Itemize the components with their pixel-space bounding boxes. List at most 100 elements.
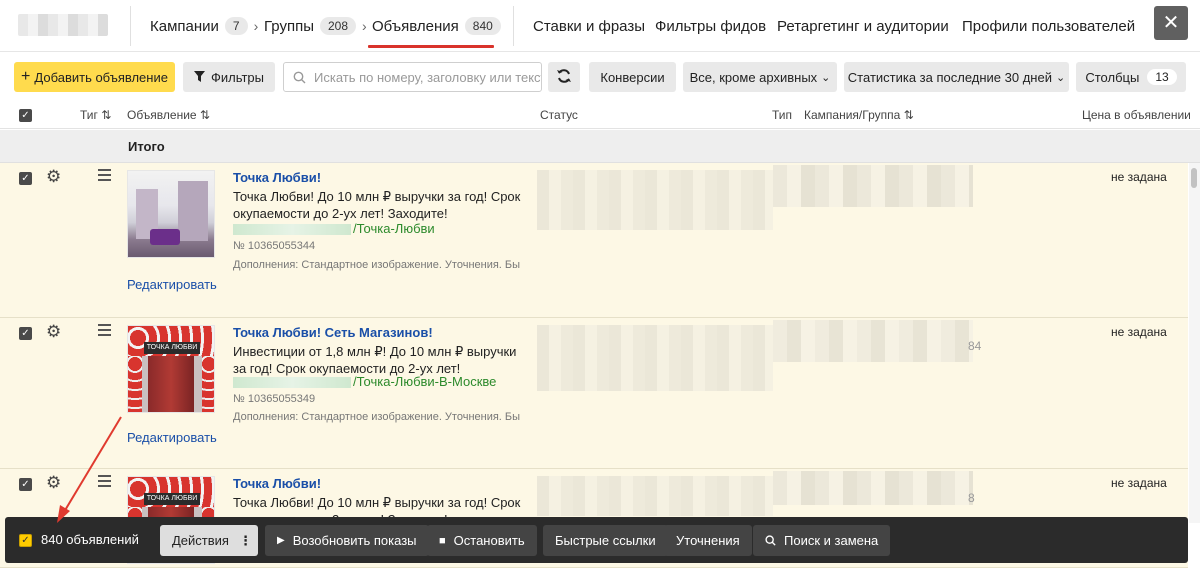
refresh-icon bbox=[556, 68, 572, 87]
ad-extensions: Дополнения: Стандартное изображение. Уто… bbox=[233, 259, 521, 271]
table-row: ✓ ⚙ ТОЧКА ЛЮБВИ Точка Любви! Сеть Магази… bbox=[0, 318, 1188, 469]
row-checkbox[interactable]: ✓ bbox=[19, 172, 32, 185]
ad-url[interactable]: /Точка-Любви bbox=[233, 221, 435, 236]
stop-label: Остановить bbox=[453, 533, 525, 548]
logo bbox=[18, 14, 108, 36]
bulk-select-checkbox[interactable]: ✓ bbox=[19, 534, 32, 547]
breadcrumb-campaigns[interactable]: Кампании 7 › bbox=[150, 0, 264, 52]
count-badge: 7 bbox=[224, 17, 248, 35]
status-blur bbox=[537, 170, 773, 230]
column-header-type: Тип bbox=[772, 108, 793, 122]
resume-button[interactable]: ▶ Возобновить показы bbox=[265, 525, 429, 556]
edit-link[interactable]: Редактировать bbox=[127, 430, 217, 445]
column-header-status: Статус bbox=[540, 108, 578, 122]
stop-icon: ■ bbox=[439, 534, 446, 547]
nav-link-bids[interactable]: Ставки и фразы bbox=[533, 0, 645, 52]
menu-icon[interactable] bbox=[98, 475, 111, 490]
ad-url-path: /Точка-Любви-В-Москве bbox=[353, 374, 497, 389]
gear-icon[interactable]: ⚙ bbox=[46, 322, 61, 342]
price-value: не задана bbox=[1111, 476, 1167, 490]
nav-link-user-profiles[interactable]: Профили пользователей bbox=[962, 0, 1135, 52]
ad-title-link[interactable]: Точка Любви! bbox=[233, 476, 321, 491]
vertical-scrollbar[interactable] bbox=[1189, 163, 1200, 523]
filters-label: Фильтры bbox=[210, 69, 264, 85]
filters-button[interactable]: Фильтры bbox=[183, 62, 275, 92]
row-checkbox[interactable]: ✓ bbox=[19, 327, 32, 340]
nav-link-feed-filters[interactable]: Фильтры фидов bbox=[655, 0, 766, 52]
search-input[interactable] bbox=[314, 69, 541, 85]
selected-count-label: 840 объявлений bbox=[41, 532, 139, 547]
add-ad-button[interactable]: + Добавить объявление bbox=[14, 62, 175, 92]
ad-title-link[interactable]: Точка Любви! Сеть Магазинов! bbox=[233, 325, 433, 340]
quicklinks-button[interactable]: Быстрые ссылки bbox=[543, 525, 668, 556]
search-replace-button[interactable]: Поиск и замена bbox=[753, 525, 891, 556]
gear-icon[interactable]: ⚙ bbox=[46, 473, 61, 493]
search-box bbox=[283, 62, 542, 92]
stats-period-label: Статистика за последние 30 дней bbox=[847, 69, 1052, 85]
column-header-campaign[interactable]: Кампания/Группа ⇅ bbox=[804, 108, 914, 122]
campaign-blur bbox=[773, 320, 973, 362]
breadcrumb-groups[interactable]: Группы 208 › bbox=[264, 0, 373, 52]
breadcrumb-label: Кампании bbox=[150, 17, 219, 35]
select-all-checkbox[interactable]: ✓ bbox=[19, 109, 32, 122]
campaign-peek-text: 8 bbox=[968, 491, 975, 505]
campaign-blur bbox=[773, 471, 973, 505]
scrollbar-thumb[interactable] bbox=[1191, 168, 1197, 188]
play-icon: ▶ bbox=[277, 535, 285, 546]
ad-image: ТОЧКА ЛЮБВИ bbox=[127, 325, 215, 413]
actions-label: Действия bbox=[172, 533, 229, 548]
ad-text: Точка Любви! До 10 млн ₽ выручки за год!… bbox=[233, 189, 521, 221]
stats-period-select[interactable]: Статистика за последние 30 дней ⌄ bbox=[844, 62, 1069, 92]
total-row: Итого bbox=[0, 130, 1200, 163]
ad-url-path: /Точка-Любви bbox=[353, 221, 435, 236]
plus-icon: + bbox=[21, 68, 31, 85]
search-icon bbox=[765, 535, 776, 546]
chevron-right-icon: › bbox=[253, 18, 259, 34]
campaign-blur bbox=[773, 165, 973, 207]
nav-link-retargeting[interactable]: Ретаргетинг и аудитории bbox=[777, 0, 949, 52]
ad-title-link[interactable]: Точка Любви! bbox=[233, 170, 321, 185]
gear-icon[interactable]: ⚙ bbox=[46, 167, 61, 187]
refresh-button[interactable] bbox=[548, 62, 580, 92]
top-navigation: Кампании 7 › Группы 208 › Объявления 840… bbox=[0, 0, 1200, 52]
price-value: не задана bbox=[1111, 170, 1167, 184]
column-header-ad[interactable]: Объявление ⇅ bbox=[127, 108, 210, 122]
ad-url[interactable]: /Точка-Любви-В-Москве bbox=[233, 374, 496, 389]
menu-icon[interactable] bbox=[98, 324, 111, 339]
url-blur bbox=[233, 377, 351, 389]
total-label: Итого bbox=[128, 139, 165, 154]
count-badge: 208 bbox=[319, 17, 357, 35]
columns-button[interactable]: Столбцы 13 bbox=[1076, 62, 1186, 92]
bulk-action-bar: ✓ 840 объявлений Действия ⋮ ▶ Возобновит… bbox=[5, 517, 1188, 563]
column-header-tag[interactable]: Тиг ⇅ bbox=[80, 108, 111, 122]
ad-extensions: Дополнения: Стандартное изображение. Уто… bbox=[233, 411, 521, 423]
price-value: не задана bbox=[1111, 325, 1167, 339]
funnel-icon bbox=[193, 70, 205, 85]
conversions-button[interactable]: Конверсии bbox=[589, 62, 676, 92]
archive-filter-select[interactable]: Все, кроме архивных ⌄ bbox=[683, 62, 837, 92]
ad-image bbox=[127, 170, 215, 258]
row-checkbox[interactable]: ✓ bbox=[19, 478, 32, 491]
active-tab-indicator bbox=[368, 45, 494, 48]
close-icon: ✕ bbox=[1162, 12, 1180, 34]
chevron-right-icon: › bbox=[362, 18, 367, 34]
clarifications-button[interactable]: Уточнения bbox=[664, 525, 752, 556]
chevron-down-icon: ⌄ bbox=[821, 71, 831, 84]
columns-count-badge: 13 bbox=[1147, 69, 1177, 85]
close-button[interactable]: ✕ bbox=[1154, 6, 1188, 40]
chevron-down-icon: ⌄ bbox=[1055, 71, 1066, 84]
archive-filter-label: Все, кроме архивных bbox=[689, 69, 818, 85]
resume-label: Возобновить показы bbox=[292, 533, 417, 548]
divider bbox=[513, 6, 514, 46]
column-header-price: Цена в объявлении bbox=[1082, 108, 1191, 122]
ad-number: № 10365055344 bbox=[233, 240, 316, 252]
actions-menu-button[interactable]: Действия ⋮ bbox=[160, 525, 258, 556]
ad-number: № 10365055349 bbox=[233, 393, 316, 405]
menu-icon[interactable] bbox=[98, 169, 111, 184]
url-blur bbox=[233, 224, 351, 236]
stop-button[interactable]: ■ Остановить bbox=[427, 525, 537, 556]
divider bbox=[130, 6, 131, 46]
search-replace-label: Поиск и замена bbox=[784, 533, 879, 548]
add-ad-label: Добавить объявление bbox=[34, 69, 168, 85]
edit-link[interactable]: Редактировать bbox=[127, 277, 217, 292]
